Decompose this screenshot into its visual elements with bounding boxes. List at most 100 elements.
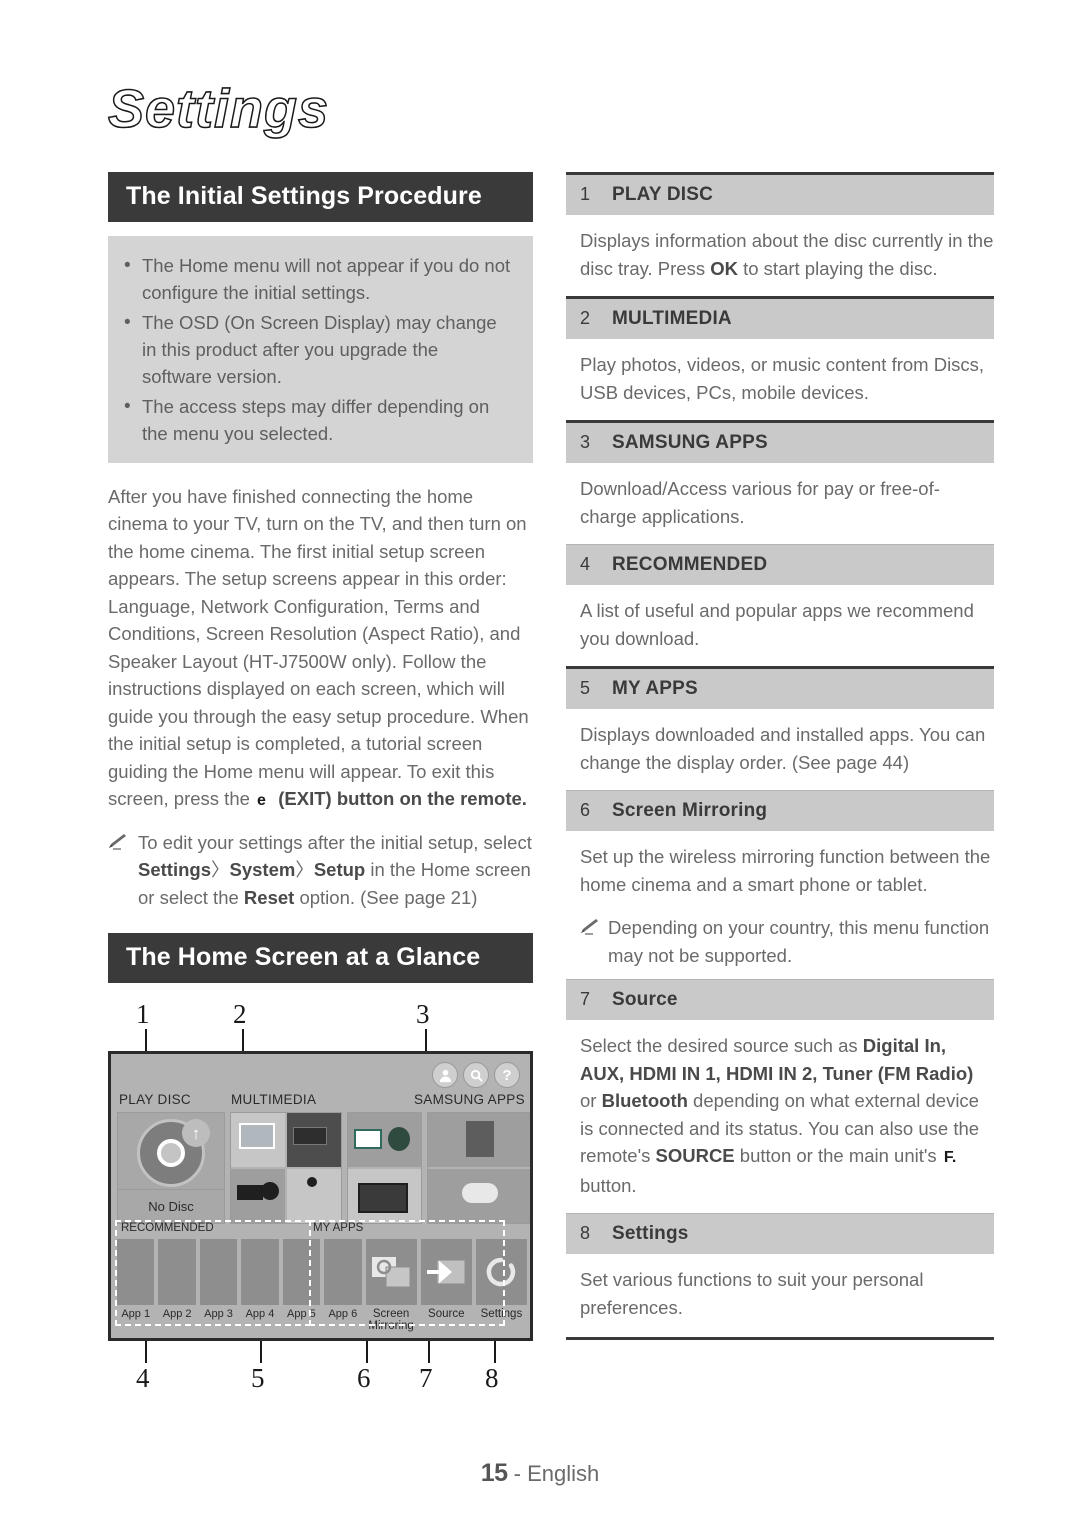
bullet-text: The Home menu will not appear if you do … [142,254,511,303]
thumbnail-camera [231,1169,285,1223]
section-header-samsung-apps: 3 SAMSUNG APPS [566,420,994,463]
callout-leader [145,1029,147,1051]
pencil-icon [108,829,138,912]
chapter-title: Settings [107,78,330,140]
section-label: Screen Mirroring [612,800,768,821]
tile-multimedia-photos[interactable] [230,1112,342,1224]
music-panel-shape [358,1183,408,1213]
tile-play-disc[interactable]: ↑ No Disc [117,1112,225,1224]
section-header-screen-mirroring: 6 Screen Mirroring [566,790,994,831]
section-header-source: 7 Source [566,979,994,1020]
section-label: SAMSUNG APPS [612,432,768,453]
home-screen-tiles: ↑ No Disc [117,1112,530,1224]
callout-leader [494,1341,496,1363]
callout-leader [145,1341,147,1363]
tile-multimedia-videos[interactable] [347,1112,422,1224]
camera-body-shape [237,1185,263,1200]
camera-lens-shape [261,1182,279,1200]
diagram-callouts-bottom: 4 5 6 7 8 [108,1341,533,1401]
picture-shape [354,1129,382,1149]
thumbnail-flower [287,1169,341,1223]
path-separator: 〉 [295,859,314,881]
ok-button-label: OK [710,257,738,279]
thumbnail-app-game [428,1169,530,1223]
page-footer: 15 - English [0,1459,1080,1488]
tile-samsung-apps[interactable] [427,1112,530,1224]
section-label: MY APPS [612,678,698,699]
row-label-samsung-apps: SAMSUNG APPS [414,1092,525,1107]
section-number: 3 [580,432,591,452]
list-item: • The Home menu will not appear if you d… [124,252,513,306]
thumbnail-landscape [231,1113,285,1167]
section-number: 2 [580,308,591,328]
section-number: 7 [580,989,591,1009]
bullet-icon: • [124,395,131,417]
note-text: To edit your settings after the initial … [138,829,533,912]
help-icon[interactable]: ? [494,1062,520,1088]
app-card-shape [466,1121,494,1157]
callout-number-2: 2 [233,999,247,1029]
exit-button-glyph-icon: e [257,792,266,810]
diagram-callouts-top: 1 2 3 [108,999,533,1051]
source-mid-3: button or the main unit's [734,1145,942,1166]
bullet-icon: • [124,254,131,276]
callout-leader [425,1029,427,1051]
initial-settings-notebox: • The Home menu will not appear if you d… [108,235,533,463]
user-icon[interactable] [432,1062,458,1088]
source-mid-1: or [580,1090,602,1111]
bullet-text: The OSD (On Screen Display) may change i… [142,311,497,387]
callout-leader [366,1341,368,1363]
screen-shape [293,1127,327,1145]
section-label: Source [612,989,678,1010]
menu-path-setup: Setup [313,859,366,881]
function-button-glyph-icon: F. [943,1149,957,1166]
manual-page: Settings The Initial Settings Procedure … [0,0,1080,1532]
note-text-after: option. (See page 21) [294,886,478,908]
callout-leader [260,1341,262,1363]
section-header-recommended: 4 RECOMMENDED [566,544,994,585]
section-number: 5 [580,678,591,698]
section-label: Settings [612,1223,689,1244]
section-body-multimedia: Play photos, videos, or music content fr… [580,354,985,403]
section-header-settings: 8 Settings [566,1213,994,1254]
search-icon[interactable] [463,1062,489,1088]
gamepad-shape [462,1183,498,1203]
list-item: • The OSD (On Screen Display) may change… [124,309,513,390]
menu-path-system: System [229,859,296,881]
list-item: • The access steps may differ depending … [124,393,513,447]
footer-separator: - [513,1461,521,1486]
flower-center-shape [307,1177,317,1187]
screen-mirroring-note: Depending on your country, this menu fun… [566,912,994,979]
callout-number-7: 7 [419,1363,433,1393]
section-body-my-apps: Displays downloaded and installed apps. … [580,724,986,773]
photo-frame-shape [239,1123,275,1149]
home-screen-bottom-row: RECOMMENDED MY APPS App 1 App 2 App 3 Ap… [115,1220,527,1332]
bush-shape [388,1127,410,1151]
section-body-settings: Set various functions to suit your perso… [580,1269,924,1318]
thumbnail-music-dark [287,1113,341,1167]
section-header-my-apps: 5 MY APPS [566,666,994,709]
section-body-source: Select the desired source such as Digita… [566,1020,994,1213]
note-text: Depending on your country, this menu fun… [608,917,990,966]
edit-settings-note: To edit your settings after the initial … [108,829,533,912]
bullet-icon: • [124,311,131,333]
section-banner-initial-settings: The Initial Settings Procedure [108,172,533,222]
section-number: 8 [580,1223,591,1243]
exit-label: (EXIT) button on the remote. [278,788,527,810]
dashed-outline-recommended [115,1220,311,1326]
path-separator: 〉 [210,859,230,881]
source-button-label: SOURCE [655,1145,735,1166]
section-label: PLAY DISC [612,184,714,205]
row-label-play-disc: PLAY DISC [119,1092,191,1107]
section-body-samsung-apps: Download/Access various for pay or free-… [580,478,940,527]
section-label: MULTIMEDIA [612,308,732,329]
dashed-outline-my-apps [309,1220,505,1326]
menu-path-settings: Settings [138,859,211,881]
callout-number-5: 5 [251,1363,265,1393]
source-lead: Select the desired source such as [580,1035,863,1056]
callout-number-6: 6 [357,1363,371,1393]
reset-label: Reset [243,886,295,908]
section-body-screen-mirroring: Set up the wireless mirroring function b… [580,846,991,895]
column-bottom-rule [566,1337,994,1340]
section-number: 4 [580,554,591,574]
